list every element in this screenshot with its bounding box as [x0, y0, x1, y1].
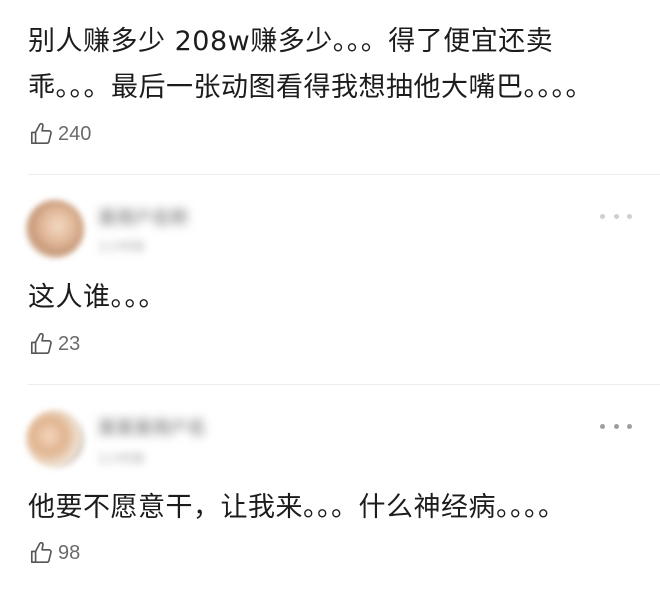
like-count: 23 [58, 332, 81, 355]
comment-text: 他要不愿意干，让我来。。。什么神经病。。。。 [28, 492, 566, 523]
more-dots-icon [627, 213, 632, 219]
like-count: 240 [58, 122, 92, 145]
like-count: 98 [58, 541, 81, 564]
divider [28, 384, 660, 385]
more-dots-icon [600, 423, 605, 429]
more-dots-icon [613, 213, 619, 219]
like-button[interactable]: 98 [28, 538, 80, 568]
comment-text: 这人谁。。。 [28, 282, 166, 313]
comment-text-line: 乖。。。最后一张动图看得我想抽他大嘴巴。。。。 [28, 72, 593, 103]
more-dots-icon [613, 423, 619, 429]
comment-text-line: 别人赚多少 208w赚多少。。。得了便宜还卖 [28, 26, 554, 57]
comment-author-name[interactable]: 某用户名称 [98, 204, 188, 229]
more-options-button[interactable] [600, 418, 632, 434]
avatar[interactable] [26, 410, 84, 468]
more-options-button[interactable] [600, 208, 632, 224]
like-button[interactable]: 240 [28, 119, 91, 149]
divider [28, 174, 660, 175]
thumbs-up-outline-icon [30, 122, 52, 145]
comment-author-name[interactable]: 某某某用户名 [98, 414, 206, 439]
like-button[interactable]: 23 [28, 329, 80, 359]
thumbs-up-outline-icon [30, 541, 52, 564]
comment-timestamp: 1小时前 [98, 240, 146, 255]
more-dots-icon [627, 423, 632, 429]
avatar[interactable] [26, 200, 84, 258]
comment-timestamp: 1小时前 [98, 452, 146, 467]
more-dots-icon [600, 213, 605, 219]
thumbs-up-outline-icon [30, 332, 52, 355]
